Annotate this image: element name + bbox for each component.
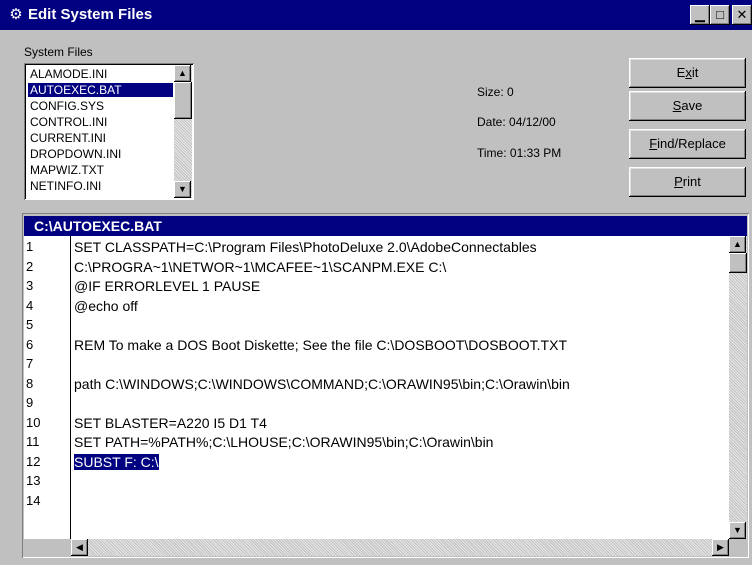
line-number: 6	[26, 336, 34, 352]
print-label-post: rint	[682, 174, 701, 189]
list-scrollbar[interactable]: ▲ ▼	[174, 65, 192, 198]
line-number: 9	[26, 395, 34, 410]
print-label-key: P	[674, 174, 683, 189]
file-time: Time: 01:33 PM	[477, 146, 562, 160]
list-item[interactable]: MAPWIZ.TXT	[28, 163, 173, 177]
system-files-list[interactable]: ALAMODE.INI AUTOEXEC.BAT CONFIG.SYS CONTROL…	[24, 63, 194, 200]
code-line[interactable]: @echo off	[74, 297, 138, 315]
list-item[interactable]: DROPDOWN.INI	[28, 147, 173, 161]
code-line-text: @IF ERRORLEVEL 1 PAUSE	[74, 278, 261, 294]
edit-system-files-window: ⚙ Edit System Files ▁ □ ✕ System Files A…	[0, 0, 752, 565]
line-number: 12	[26, 453, 41, 469]
code-line[interactable]: C:\PROGRA~1\NETWOR~1\MCAFEE~1\SCANPM.EXE…	[74, 258, 446, 276]
system-files-label: System Files	[24, 45, 93, 59]
scroll-right-icon[interactable]: ▶	[712, 539, 729, 556]
editor-path: C:\AUTOEXEC.BAT	[34, 218, 162, 234]
maximize-button[interactable]: □	[710, 5, 730, 25]
code-line[interactable]: SET BLASTER=A220 I5 D1 T4	[74, 414, 267, 432]
line-number: 14	[26, 492, 41, 508]
line-number: 13	[26, 473, 41, 488]
scroll-up-icon[interactable]: ▲	[729, 236, 746, 253]
print-button[interactable]: Print	[629, 167, 746, 197]
find-replace-label-post: ind/Replace	[657, 136, 726, 151]
find-replace-button[interactable]: Find/Replace	[629, 129, 746, 159]
code-line-text: C:\PROGRA~1\NETWOR~1\MCAFEE~1\SCANPM.EXE…	[74, 258, 447, 275]
line-number: 5	[26, 317, 34, 332]
save-button[interactable]: Save	[629, 91, 746, 121]
list-scroll-thumb[interactable]	[174, 82, 192, 119]
line-number: 7	[26, 356, 34, 371]
code-line[interactable]: SUBST F: C:\	[74, 453, 159, 471]
line-number: 3	[26, 278, 34, 293]
editor-scroll-thumb[interactable]	[729, 253, 747, 273]
editor-horizontal-scrollbar[interactable]: ◀ ▶	[71, 539, 729, 556]
scroll-up-icon[interactable]: ▲	[174, 65, 191, 82]
code-line-text: REM To make a DOS Boot Diskette; See the…	[74, 336, 568, 353]
scroll-down-icon[interactable]: ▼	[729, 522, 746, 539]
line-number: 4	[26, 297, 34, 313]
list-item[interactable]: CONFIG.SYS	[28, 99, 173, 113]
close-button[interactable]: ✕	[732, 5, 752, 25]
list-item[interactable]: ALAMODE.INI	[28, 67, 173, 81]
line-number: 10	[26, 414, 41, 430]
line-number: 11	[26, 434, 40, 449]
exit-label-post: it	[691, 65, 699, 80]
list-item[interactable]: AUTOEXEC.BAT	[28, 83, 173, 97]
file-date: Date: 04/12/00	[477, 115, 556, 129]
code-line[interactable]: SET CLASSPATH=C:\Program Files\PhotoDelu…	[74, 238, 537, 256]
code-line[interactable]: path C:\WINDOWS;C:\WINDOWS\COMMAND;C:\OR…	[74, 375, 570, 393]
code-line-text: path C:\WINDOWS;C:\WINDOWS\COMMAND;C:\OR…	[74, 375, 570, 392]
file-size: Size: 0	[477, 85, 514, 99]
exit-button[interactable]: Exit	[629, 58, 746, 88]
code-line[interactable]: REM To make a DOS Boot Diskette; See the…	[74, 336, 567, 354]
minimize-button[interactable]: ▁	[690, 5, 710, 25]
title-bar[interactable]: ⚙ Edit System Files ▁ □ ✕	[0, 0, 752, 30]
list-item[interactable]: CONTROL.INI	[28, 115, 173, 129]
editor-path-header: C:\AUTOEXEC.BAT	[24, 216, 747, 236]
code-line-text: SET BLASTER=A220 I5 D1 T4	[74, 414, 267, 431]
line-number: 8	[26, 375, 34, 391]
editor-vertical-scrollbar[interactable]: ▲ ▼	[729, 236, 747, 539]
code-line[interactable]: SET PATH=%PATH%;C:\LHOUSE;C:\ORAWIN95\bi…	[74, 433, 493, 451]
scroll-left-icon[interactable]: ◀	[71, 539, 88, 556]
window-title: Edit System Files	[28, 6, 153, 23]
code-line-text: SET PATH=%PATH%;C:\LHOUSE;C:\ORAWIN95\bi…	[74, 434, 494, 450]
scrollbar-corner	[729, 539, 747, 556]
code-line-text: SUBST F: C:\	[74, 453, 159, 470]
line-number: 2	[26, 258, 34, 274]
code-line-text: SET CLASSPATH=C:\Program Files\PhotoDelu…	[74, 239, 537, 255]
editor-text-area[interactable]: SET CLASSPATH=C:\Program Files\PhotoDelu…	[71, 236, 729, 539]
gear-cog-icon: ⚙	[9, 6, 23, 23]
line-number-gutter: 1 2 3 4 5 6 7 8 9 10 11 12 13 14	[24, 236, 71, 539]
save-label-post: ave	[681, 98, 703, 113]
code-line-text: @echo off	[74, 297, 138, 314]
code-line[interactable]: @IF ERRORLEVEL 1 PAUSE	[74, 277, 260, 295]
line-number: 1	[26, 239, 34, 254]
scroll-down-icon[interactable]: ▼	[174, 181, 191, 198]
list-item[interactable]: CURRENT.INI	[28, 131, 173, 145]
find-replace-label-key: F	[649, 136, 658, 151]
list-item[interactable]: NETINFO.INI	[28, 179, 173, 193]
